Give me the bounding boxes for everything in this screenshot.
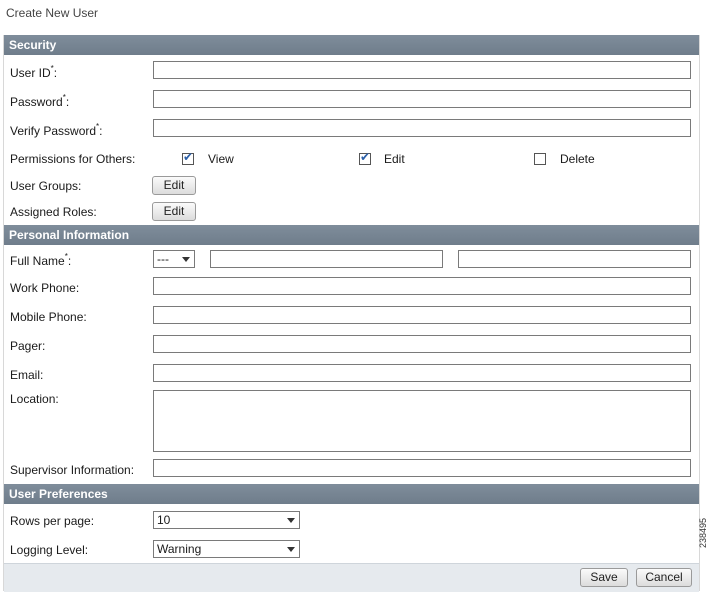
mobile-phone-label: Mobile Phone: <box>10 310 87 324</box>
page-title: Create New User <box>6 6 99 20</box>
permission-delete-label: Delete <box>560 152 595 166</box>
section-header-personal-information: Personal Information <box>4 225 699 245</box>
permission-delete-checkbox[interactable] <box>534 153 546 165</box>
rows-per-page-value: 10 <box>157 513 171 527</box>
section-header-security: Security <box>4 35 699 55</box>
pager-input[interactable] <box>153 335 691 353</box>
location-label: Location: <box>10 392 59 406</box>
section-header-user-preferences: User Preferences <box>4 484 699 504</box>
location-textarea[interactable] <box>153 390 691 452</box>
chevron-down-icon <box>287 518 295 523</box>
permission-view-label: View <box>208 152 234 166</box>
email-label: Email: <box>10 368 44 382</box>
assigned-roles-label: Assigned Roles: <box>10 205 97 219</box>
check-icon: ✔ <box>360 150 371 164</box>
work-phone-input[interactable] <box>153 277 691 295</box>
rows-per-page-select[interactable]: 10 <box>153 511 300 529</box>
mobile-phone-input[interactable] <box>153 306 691 324</box>
check-icon: ✔ <box>183 150 194 164</box>
supervisor-information-label: Supervisor Information: <box>10 463 135 477</box>
full-name-label: Full Name*: <box>10 252 72 268</box>
password-input[interactable] <box>153 90 691 108</box>
permission-edit-checkbox[interactable]: ✔ <box>359 150 371 165</box>
last-name-input[interactable] <box>458 250 691 268</box>
user-groups-label: User Groups: <box>10 179 82 193</box>
first-name-input[interactable] <box>210 250 443 268</box>
save-button[interactable]: Save <box>580 568 628 587</box>
salutation-select[interactable]: --- <box>153 250 195 268</box>
logging-level-select[interactable]: Warning <box>153 540 300 558</box>
email-input[interactable] <box>153 364 691 382</box>
password-label: Password*: <box>10 93 70 109</box>
permission-view-checkbox[interactable]: ✔ <box>182 150 194 165</box>
pager-label: Pager: <box>10 339 46 353</box>
cancel-button[interactable]: Cancel <box>636 568 692 587</box>
permissions-label: Permissions for Others: <box>10 152 136 166</box>
edit-assigned-roles-button[interactable]: Edit <box>152 202 196 221</box>
verify-password-label: Verify Password*: <box>10 122 103 138</box>
verify-password-input[interactable] <box>153 119 691 137</box>
chevron-down-icon <box>182 257 190 262</box>
chevron-down-icon <box>287 547 295 552</box>
user-id-label: User ID*: <box>10 64 58 80</box>
edit-user-groups-button[interactable]: Edit <box>152 176 196 195</box>
work-phone-label: Work Phone: <box>10 281 80 295</box>
logging-level-value: Warning <box>157 542 202 556</box>
rows-per-page-label: Rows per page: <box>10 514 95 528</box>
form-footer: Save Cancel <box>4 563 699 592</box>
user-id-input[interactable] <box>153 61 691 79</box>
permission-edit-label: Edit <box>384 152 405 166</box>
create-user-form: Security User ID*: Password*: Verify Pas… <box>3 35 700 592</box>
salutation-value: --- <box>157 252 169 266</box>
figure-id: 238495 <box>698 517 708 548</box>
supervisor-information-input[interactable] <box>153 459 691 477</box>
logging-level-label: Logging Level: <box>10 543 89 557</box>
